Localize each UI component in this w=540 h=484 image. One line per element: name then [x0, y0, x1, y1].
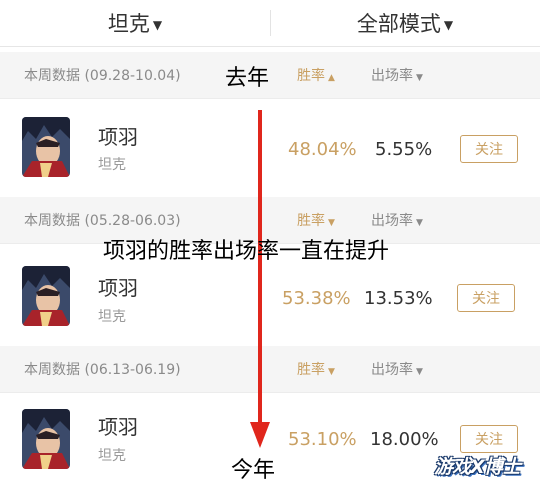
chevron-down-icon: ▼ [152, 18, 163, 32]
hero-role: 坦克 [98, 448, 126, 464]
sort-appearance-rate-label: 出场率 [371, 213, 413, 229]
hero-avatar [22, 409, 70, 469]
hero-win-rate: 53.10% [288, 429, 357, 450]
annotation-last-year: 去年 [225, 66, 270, 91]
follow-button[interactable]: 关注 [460, 135, 518, 163]
role-filter-tab[interactable]: 坦克 ▼ [0, 0, 270, 46]
sort-appearance-rate[interactable]: 出场率 ▼ [371, 65, 423, 85]
hero-win-rate: 53.38% [282, 288, 351, 309]
sort-win-rate-label: 胜率 [297, 213, 325, 229]
hero-avatar [22, 266, 70, 326]
sort-down-icon: ▼ [328, 367, 335, 377]
follow-button[interactable]: 关注 [457, 284, 515, 312]
role-filter-label: 坦克 [107, 12, 150, 36]
chevron-down-icon: ▼ [443, 18, 454, 32]
sort-win-rate[interactable]: 胜率 ▼ [297, 210, 335, 230]
hero-role: 坦克 [98, 309, 126, 325]
sort-down-icon: ▼ [416, 367, 423, 377]
watermark-logo: 游戏X博士 [434, 455, 521, 478]
hero-win-rate: 48.04% [288, 139, 357, 160]
annotation-trend: 项羽的胜率出场率一直在提升 [103, 239, 390, 264]
hero-avatar [22, 117, 70, 177]
sort-up-icon: ▲ [328, 73, 335, 83]
hero-name: 项羽 [98, 276, 138, 300]
follow-button[interactable]: 关注 [460, 425, 518, 453]
mode-filter-tab[interactable]: 全部模式 ▼ [270, 0, 540, 46]
annotation-this-year: 今年 [231, 458, 276, 483]
red-arrow-icon [250, 110, 270, 448]
week-header: 本周数据 (09.28-10.04) 胜率 ▲ 出场率 ▼ [0, 52, 540, 99]
week-label: 本周数据 (05.28-06.03) [24, 213, 181, 229]
sort-win-rate-label: 胜率 [297, 68, 325, 84]
sort-appearance-rate[interactable]: 出场率 ▼ [371, 359, 423, 379]
sort-appearance-rate-label: 出场率 [371, 362, 413, 378]
hero-appearance-rate: 18.00% [370, 429, 439, 450]
sort-win-rate-label: 胜率 [297, 362, 325, 378]
sort-down-icon: ▼ [416, 73, 423, 83]
hero-name: 项羽 [98, 125, 138, 149]
sort-win-rate[interactable]: 胜率 ▼ [297, 359, 335, 379]
sort-appearance-rate[interactable]: 出场率 ▼ [371, 210, 423, 230]
mode-filter-label: 全部模式 [356, 12, 441, 36]
sort-win-rate[interactable]: 胜率 ▲ [297, 65, 335, 85]
hero-appearance-rate: 13.53% [364, 288, 433, 309]
week-label: 本周数据 (09.28-10.04) [24, 68, 181, 84]
sort-appearance-rate-label: 出场率 [371, 68, 413, 84]
week-label: 本周数据 (06.13-06.19) [24, 362, 181, 378]
top-filter-bar: 坦克 ▼ 全部模式 ▼ [0, 0, 540, 47]
hero-role: 坦克 [98, 157, 126, 173]
sort-down-icon: ▼ [416, 218, 423, 228]
sort-down-icon: ▼ [328, 218, 335, 228]
hero-appearance-rate: 5.55% [375, 139, 433, 160]
hero-name: 项羽 [98, 415, 138, 439]
